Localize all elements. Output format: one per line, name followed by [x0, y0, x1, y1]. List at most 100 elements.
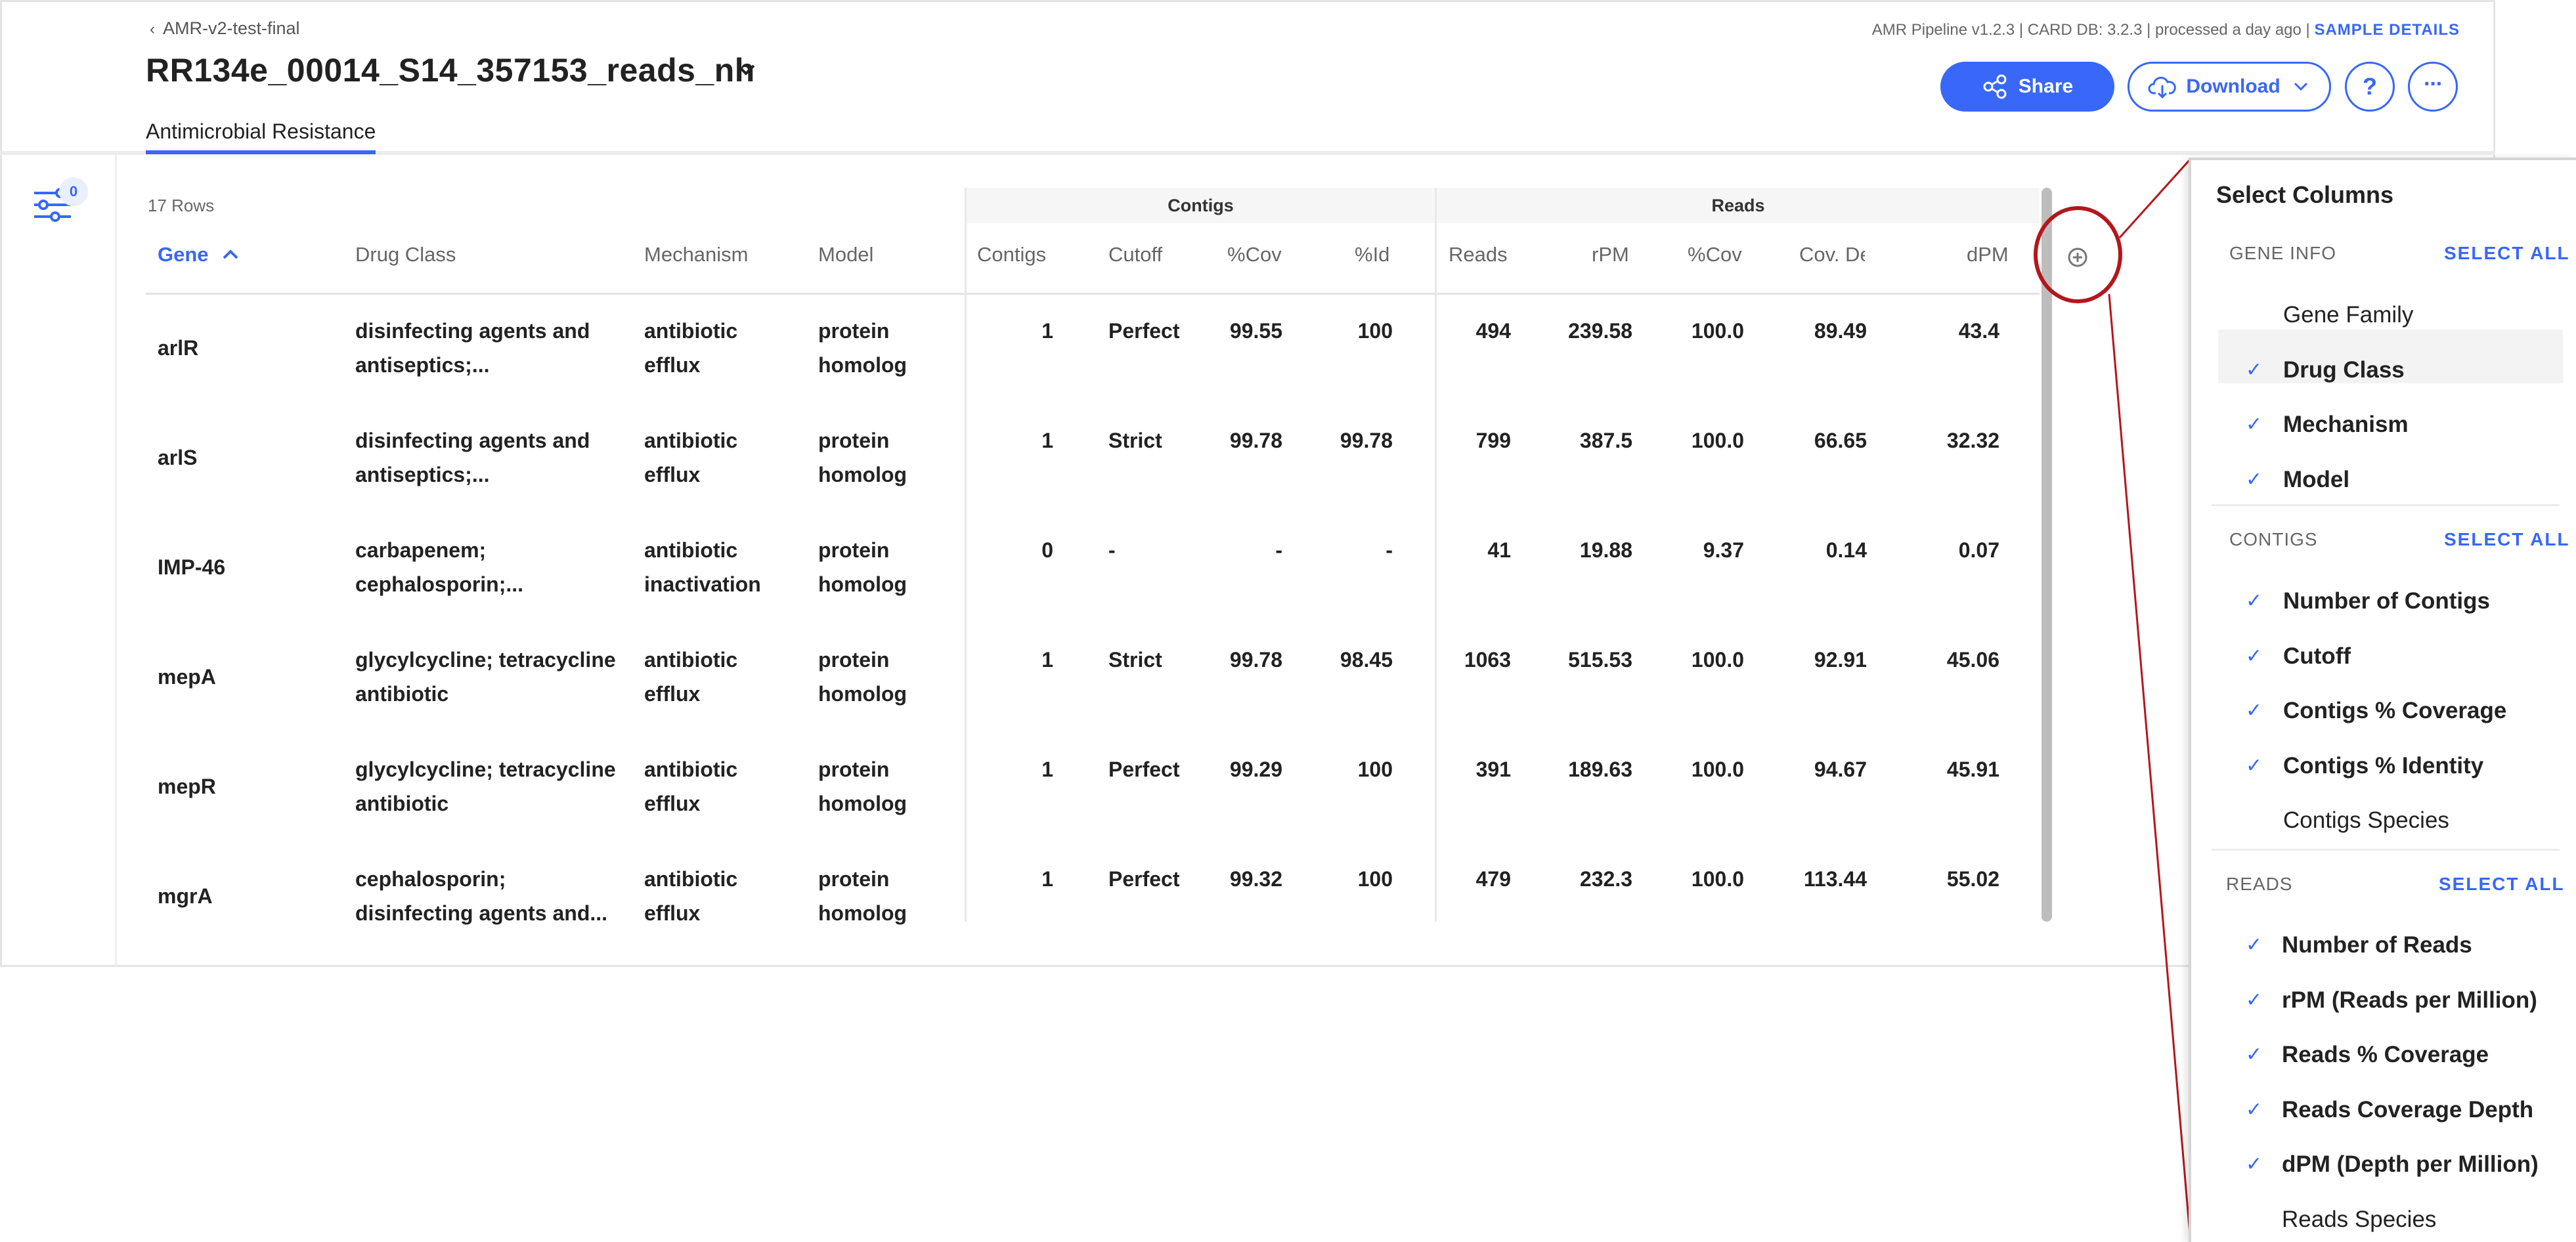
cell-drug-class-line1: cephalosporin;: [355, 867, 506, 891]
back-link[interactable]: ‹ AMR-v2-test-final: [150, 18, 300, 39]
cell-cov-depth: 89.49: [1814, 319, 1867, 343]
header-row-divider: [146, 293, 2040, 295]
cloud-download-icon: [2148, 76, 2177, 99]
column-header-rpm[interactable]: rPM: [1592, 243, 1629, 267]
download-button[interactable]: Download: [2128, 62, 2331, 112]
column-option-reads-coverage[interactable]: Reads % Coverage: [2282, 1042, 2489, 1068]
checkmark-icon: ✓: [2246, 1044, 2263, 1065]
column-option-number-of-contigs[interactable]: Number of Contigs: [2283, 588, 2490, 614]
cell-model-line2: homolog: [818, 353, 907, 377]
cell-reads: 391: [1475, 758, 1511, 781]
cell-drug-class-line2: antibiotic: [355, 682, 449, 706]
column-option-cutoff[interactable]: Cutoff: [2283, 643, 2351, 670]
sample-title: RR134e_00014_S14_357153_reads_nh: [146, 52, 755, 89]
cell-gene: mepA: [158, 665, 216, 689]
column-option-contigs-identity[interactable]: Contigs % Identity: [2283, 753, 2483, 779]
cell-mechanism-line1: antibiotic: [644, 758, 738, 781]
cell-model-line2: homolog: [818, 463, 907, 486]
cell-reads-cov: 100.0: [1691, 648, 1744, 672]
column-option-reads-coverage-depth[interactable]: Reads Coverage Depth: [2282, 1097, 2533, 1123]
cell-reads: 799: [1475, 429, 1511, 452]
help-button[interactable]: ?: [2345, 62, 2395, 112]
cell-reads-cov: 100.0: [1691, 758, 1744, 781]
column-option-model[interactable]: Model: [2283, 467, 2349, 493]
column-header-cutoff[interactable]: Cutoff: [1108, 243, 1162, 267]
share-button-label: Share: [2018, 75, 2074, 97]
pipeline-meta-text: AMR Pipeline v1.2.3 | CARD DB: 3.2.3 | p…: [1871, 21, 2310, 39]
cell-drug-class-line2: cephalosporin;...: [355, 572, 524, 596]
chevron-down-icon[interactable]: [734, 58, 758, 81]
column-option-gene-family[interactable]: Gene Family: [2283, 302, 2413, 328]
column-header-drug-class[interactable]: Drug Class: [355, 243, 456, 267]
table-scrollbar[interactable]: [2041, 188, 2052, 922]
highlight-ring: [2034, 206, 2122, 303]
checkmark-icon: ✓: [2246, 700, 2263, 721]
cell-mechanism-line1: antibiotic: [644, 538, 738, 562]
cell-mechanism-line1: antibiotic: [644, 648, 738, 672]
cell-model-line1: protein: [818, 319, 890, 343]
contigs-group-label: Contigs: [1168, 196, 1234, 215]
column-header-model[interactable]: Model: [818, 243, 873, 267]
column-option-contigs-species[interactable]: Contigs Species: [2283, 807, 2449, 834]
checkmark-icon: ✓: [2246, 358, 2263, 381]
cell-mechanism-line2: efflux: [644, 901, 701, 925]
cell-cov-depth: 113.44: [1803, 867, 1867, 891]
column-header-mechanism[interactable]: Mechanism: [644, 243, 749, 267]
column-header-contig-id[interactable]: %Id: [1355, 243, 1389, 267]
cell-drug-class-line2: antibiotic: [355, 792, 449, 815]
cell-reads: 479: [1475, 867, 1511, 891]
column-option-mechanism[interactable]: Mechanism: [2283, 412, 2409, 438]
cell-contigs: 1: [1041, 648, 1053, 672]
tab-antimicrobial-resistance[interactable]: Antimicrobial Resistance: [146, 119, 376, 154]
cell-contig-id: -: [1386, 538, 1393, 562]
cell-contigs: 0: [1041, 538, 1053, 562]
column-option-dpm-depth-per-million[interactable]: dPM (Depth per Million): [2282, 1151, 2539, 1178]
cell-reads: 41: [1487, 538, 1511, 562]
column-header-contig-cov[interactable]: %Cov: [1227, 243, 1282, 267]
column-option-rpm-reads-per-million[interactable]: rPM (Reads per Million): [2282, 987, 2537, 1014]
chevron-down-icon: [2294, 82, 2307, 91]
column-header-dpm[interactable]: dPM: [1967, 243, 2009, 267]
select-all-button[interactable]: SELECT ALL: [2444, 529, 2570, 550]
cell-drug-class-line1: glycylcycline; tetracycline: [355, 758, 616, 781]
cell-gene: mgrA: [158, 884, 213, 908]
cell-contig-id: 98.45: [1340, 648, 1393, 672]
filter-count-badge: 0: [59, 177, 88, 206]
section-label-gene-info: GENE INFO: [2229, 243, 2337, 263]
cell-mechanism-line2: efflux: [644, 682, 701, 706]
reads-group-label: Reads: [1711, 196, 1765, 215]
column-header-cov-depth[interactable]: Cov. De: [1799, 243, 1865, 267]
share-icon: [1983, 74, 2007, 99]
cell-drug-class-line2: disinfecting agents and...: [355, 901, 608, 925]
column-header-reads-cov[interactable]: %Cov: [1688, 243, 1742, 267]
column-header-contigs[interactable]: Contigs: [977, 243, 1046, 267]
sample-details-link[interactable]: SAMPLE DETAILS: [2314, 21, 2460, 39]
column-header-gene[interactable]: Gene: [158, 243, 240, 267]
column-option-reads-species[interactable]: Reads Species: [2282, 1207, 2436, 1233]
cell-contigs: 1: [1041, 429, 1053, 452]
select-all-button[interactable]: SELECT ALL: [2444, 243, 2570, 264]
cell-mechanism-line1: antibiotic: [644, 319, 738, 343]
cell-dpm: 43.4: [1958, 319, 1999, 343]
cell-cov-depth: 94.67: [1814, 758, 1867, 781]
section-divider: [2212, 504, 2560, 506]
column-option-number-of-reads[interactable]: Number of Reads: [2282, 932, 2472, 958]
cell-cutoff: -: [1108, 538, 1116, 562]
cell-cov-depth: 92.91: [1814, 648, 1867, 672]
checkmark-icon: ✓: [2246, 934, 2263, 956]
select-all-button[interactable]: SELECT ALL: [2439, 874, 2565, 895]
cell-reads: 494: [1475, 319, 1511, 343]
checkmark-icon: ✓: [2246, 468, 2263, 490]
column-option-drug-class[interactable]: Drug Class: [2283, 357, 2405, 383]
column-header-reads[interactable]: Reads: [1449, 243, 1508, 267]
section-divider: [2212, 849, 2560, 851]
section-label-reads: READS: [2226, 874, 2293, 894]
cell-model-line1: protein: [818, 758, 890, 781]
column-option-contigs-coverage[interactable]: Contigs % Coverage: [2283, 698, 2506, 724]
cell-contigs: 1: [1041, 319, 1053, 343]
cell-mechanism-line1: antibiotic: [644, 867, 738, 891]
sort-ascending-icon: [223, 249, 238, 259]
rows-count: 17 Rows: [148, 196, 215, 215]
share-button[interactable]: Share: [1940, 62, 2114, 112]
more-options-button[interactable]: ···: [2408, 62, 2458, 112]
